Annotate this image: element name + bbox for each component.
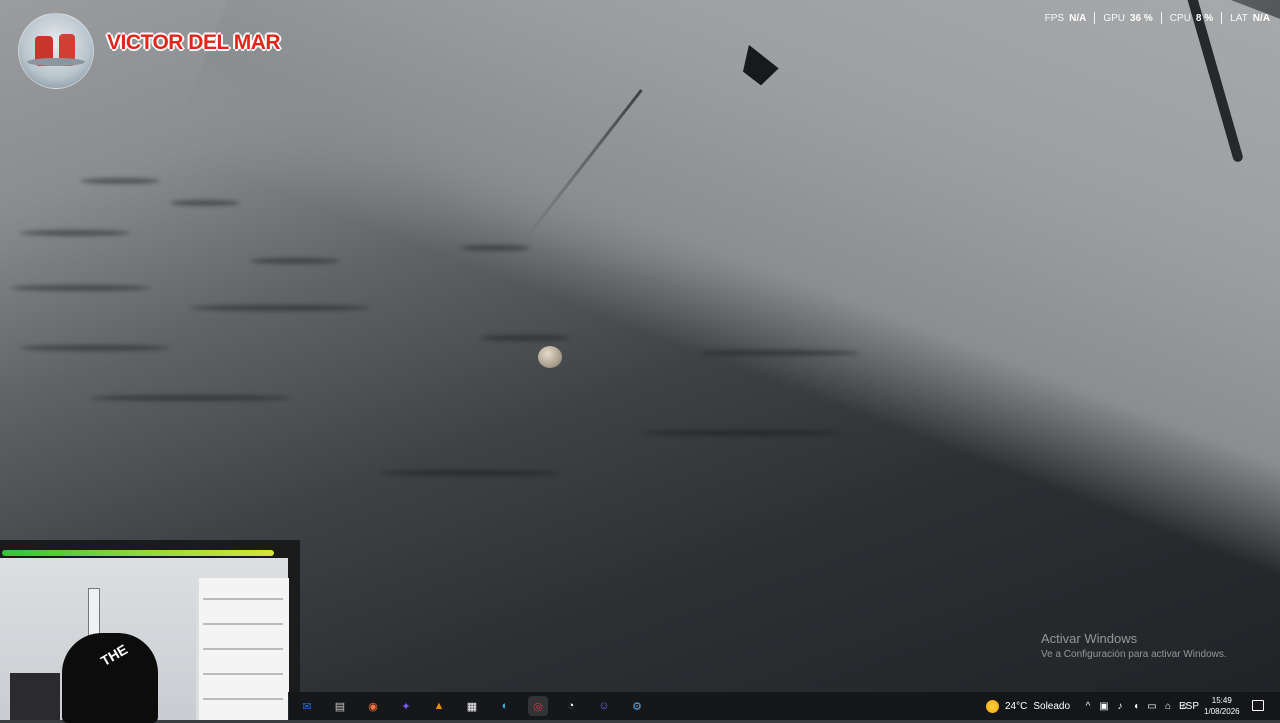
edge-icon[interactable]: ◐ [495,696,515,716]
wave [20,230,130,236]
clock-date: 1/08/2026 [1204,707,1240,716]
sun-icon [986,699,999,713]
wave [20,345,170,351]
wave [480,335,570,341]
activation-watermark: Activar Windows Ve a Configuración para … [1041,631,1227,660]
gpu-readout: GPU 36 % [1103,12,1153,24]
performance-overlay: FPS N/A GPU 36 % CPU 8 % LAT N/A [1037,12,1270,24]
wave [10,285,150,291]
taskbar-clock[interactable]: 15:49 1/08/2026 [1204,695,1240,717]
weather-condition: Soleado [1033,700,1071,712]
channel-avatar [18,13,94,89]
buoy [538,346,562,368]
shelf [196,578,289,720]
file-explorer-icon[interactable]: ▤ [330,696,350,716]
wave [190,305,370,311]
taskbar: ✉ ▤ ◉ ✦ ▲ ▦ ◐ ◎ ◔ ☺ ⚙ 24°C Soleado ^ ▣ ♪ ◖ ▭ ⌂ ♫ ESP [288,692,1280,720]
clock-time: 15:49 [1211,696,1232,705]
webcam-overlay: THE [0,540,300,723]
cpu-readout: CPU 8 % [1169,12,1214,24]
volume-icon[interactable]: ◖ [1128,701,1144,712]
wave [460,245,530,251]
display-icon[interactable]: ▭ [1144,701,1160,712]
notifications-icon[interactable] [1252,700,1264,711]
wave [250,258,340,264]
network-icon[interactable]: ⌂ [1160,701,1176,712]
system-tray: ^ ▣ ♪ ◖ ▭ ⌂ ♫ [1080,692,1192,720]
speedometer-icon[interactable]: ◔ [561,696,581,716]
wave [80,178,160,184]
obs-record-icon[interactable]: ◎ [528,696,548,716]
vlc-icon[interactable]: ▲ [429,696,449,716]
discord-icon[interactable]: ☺ [594,696,614,716]
steam-icon[interactable]: ⚙ [627,696,647,716]
wave [380,470,560,476]
audio-level-bar [2,550,274,556]
fps-readout: FPS N/A [1044,12,1087,24]
firefox-icon[interactable]: ◉ [363,696,383,716]
language-indicator[interactable]: ESP [1179,692,1199,720]
wave [640,430,840,436]
weather-temp: 24°C [1005,700,1028,712]
latency-readout: LAT N/A [1230,12,1270,24]
shirt-text: THE [97,641,131,669]
channel-name: VICTOR DEL MAR [107,31,281,54]
camera-icon[interactable]: ▣ [1096,701,1112,712]
activation-subtitle: Ve a Configuración para activar Windows. [1041,649,1227,660]
outlook-icon[interactable]: ✉ [297,696,317,716]
weather-widget[interactable]: 24°C Soleado [986,692,1070,720]
wave [170,200,240,206]
wave [90,395,290,401]
wave [700,350,860,356]
microsoft-store-icon[interactable]: ▦ [462,696,482,716]
activation-title: Activar Windows [1041,631,1138,646]
webcam-room: THE [0,558,289,723]
microphone-icon[interactable]: ♪ [1112,701,1128,712]
streamer: THE [62,633,158,723]
chevron-up-icon[interactable]: ^ [1080,701,1096,712]
copilot-icon[interactable]: ✦ [396,696,416,716]
